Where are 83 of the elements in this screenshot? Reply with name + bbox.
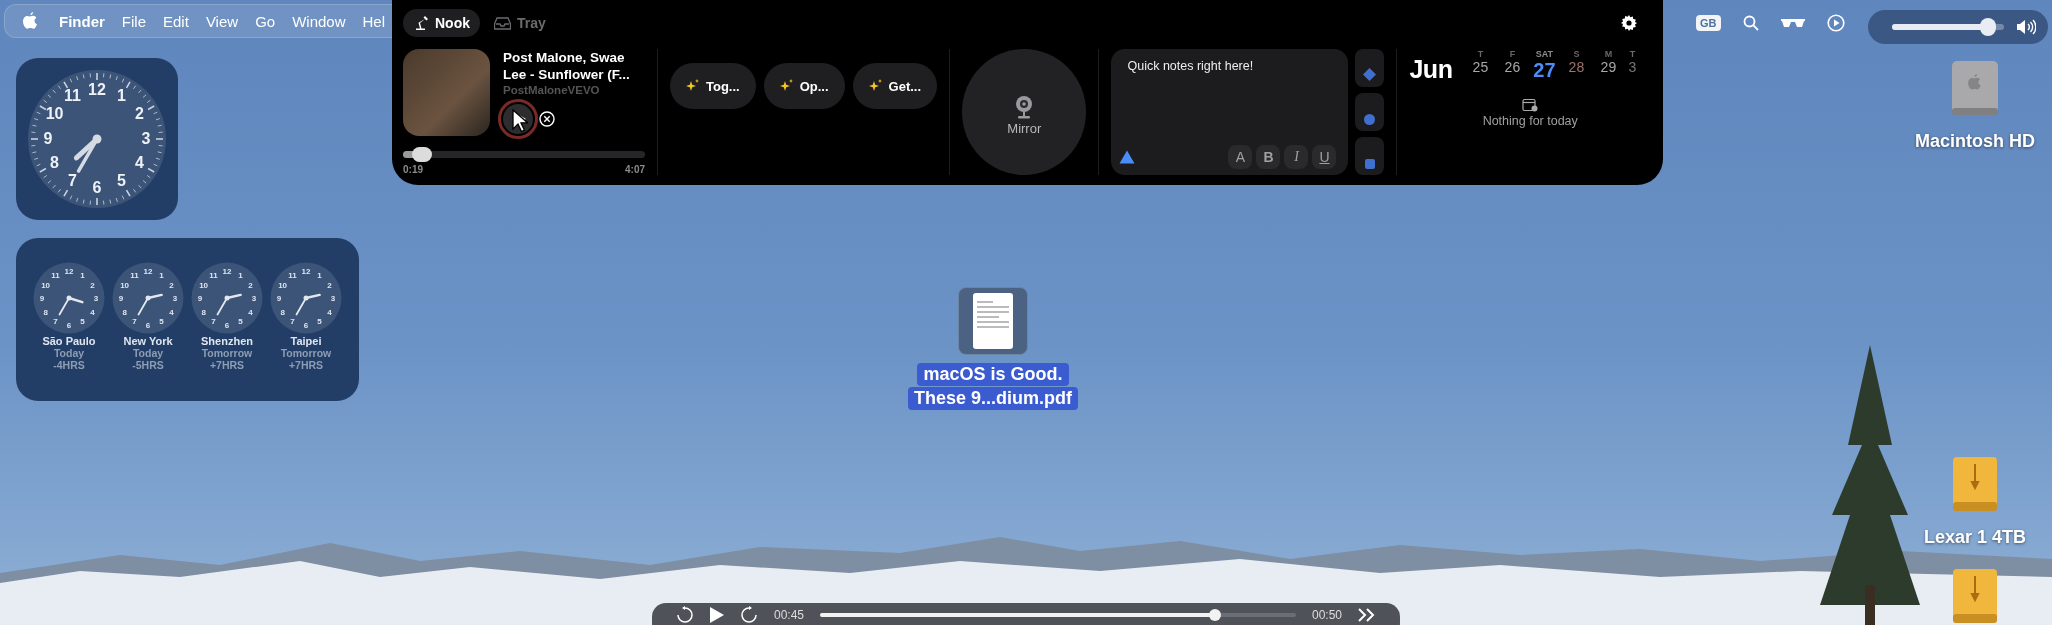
- notes-field[interactable]: Quick notes right here! A B I U: [1111, 49, 1349, 175]
- shortcut-button[interactable]: Op...: [763, 63, 845, 109]
- file-name-label: macOS is Good.: [917, 363, 1069, 386]
- menu-item[interactable]: View: [205, 12, 239, 30]
- artist-name: PostMaloneVEVO: [503, 84, 601, 96]
- close-icon[interactable]: [539, 111, 555, 127]
- note-text: Quick notes right here!: [1127, 59, 1255, 73]
- calendar-day[interactable]: M 29: [1592, 49, 1625, 82]
- tab[interactable]: Nook: [403, 9, 480, 37]
- file-name-label: These 9...dium.pdf: [908, 387, 1078, 410]
- city-name: Taipei: [290, 335, 322, 347]
- sunglasses-icon[interactable]: [1780, 18, 1805, 28]
- format-button[interactable]: B: [1256, 145, 1281, 169]
- city-day: Tomorrow: [280, 347, 332, 359]
- mirror-button[interactable]: Mirror: [962, 49, 1087, 175]
- calendar-day[interactable]: SAT 27: [1528, 49, 1561, 82]
- menu-item[interactable]: File: [121, 12, 146, 30]
- menu-item[interactable]: Go: [255, 12, 276, 30]
- city-day: Today: [132, 347, 164, 359]
- search-icon[interactable]: [1742, 15, 1759, 31]
- circle-icon: [1364, 114, 1376, 125]
- external-drive-icon[interactable]: [1952, 456, 1998, 512]
- shape-button[interactable]: [1355, 93, 1385, 131]
- skip-back-icon[interactable]: [676, 606, 694, 624]
- time-offset: +7HRS: [288, 359, 324, 371]
- webcam-icon: [1014, 95, 1035, 119]
- menu-item[interactable]: Edit: [163, 12, 189, 30]
- input-source-badge[interactable]: GB: [1696, 15, 1721, 31]
- external-drive-icon[interactable]: [1952, 568, 1998, 624]
- diamond-icon: [1363, 68, 1377, 81]
- analog-clock: 11 12 1 10 2 9 3 8 4 7 6 5: [191, 262, 263, 334]
- calendar-day[interactable]: F 26: [1496, 49, 1529, 82]
- time-offset: -4HRS: [53, 359, 85, 371]
- desk-lamp-icon: [413, 15, 429, 31]
- format-button[interactable]: U: [1312, 145, 1337, 169]
- menu-app-name[interactable]: Finder: [59, 12, 105, 30]
- analog-clock: 11 12 1 10 2 9 3 8 4 7 6 5: [112, 262, 184, 334]
- document-thumbnail[interactable]: [973, 293, 1013, 349]
- volume-slider[interactable]: [1892, 18, 2004, 36]
- time-offset: -5HRS: [132, 359, 164, 371]
- mouse-pointer-icon: [512, 109, 528, 133]
- remaining-time: 00:50: [1311, 608, 1342, 622]
- calendar-check-icon: [1522, 98, 1539, 112]
- skip-forward-icon[interactable]: [740, 606, 758, 624]
- triangle-icon[interactable]: [1119, 150, 1136, 164]
- video-scrubber[interactable]: [820, 609, 1296, 621]
- month-label: Jun: [1409, 55, 1453, 84]
- analog-clock: 11 12 1 10 2 9 3 8 4 7 6 5: [33, 262, 105, 334]
- calendar-day[interactable]: S 28: [1560, 49, 1593, 82]
- shape-button[interactable]: [1355, 137, 1385, 175]
- calendar-day[interactable]: T 25: [1464, 49, 1497, 82]
- city-day: Today: [53, 347, 85, 359]
- track-duration: 4:07: [625, 164, 645, 175]
- shortcut-button[interactable]: Get...: [852, 63, 938, 109]
- file-name-label: Macintosh HD: [1914, 130, 2036, 153]
- settings-icon[interactable]: [1621, 15, 1637, 31]
- format-button[interactable]: I: [1284, 145, 1309, 169]
- time-offset: +7HRS: [209, 359, 245, 371]
- elapsed-time: 00:45: [774, 608, 805, 622]
- format-button[interactable]: A: [1228, 145, 1253, 169]
- elapsed-time: 0:19: [403, 164, 423, 175]
- square-icon: [1364, 159, 1375, 169]
- play-circle-icon[interactable]: [1826, 14, 1845, 32]
- shape-button[interactable]: [1355, 49, 1385, 87]
- tray-icon: [494, 16, 511, 30]
- menu-item[interactable]: Window: [292, 12, 346, 30]
- play-icon[interactable]: [710, 607, 724, 623]
- empty-events-text: Nothing for today: [1482, 114, 1578, 128]
- apple-icon[interactable]: [22, 11, 38, 31]
- city-name: New York: [123, 335, 173, 347]
- tab[interactable]: Tray: [484, 9, 556, 37]
- speaker-icon[interactable]: [2016, 19, 2036, 35]
- calendar-day[interactable]: T 3: [1624, 49, 1641, 82]
- city-day: Tomorrow: [201, 347, 253, 359]
- analog-clock: 11 12 1 10 2 9 3 8 4 7 6 5: [27, 69, 167, 209]
- city-name: Shenzhen: [201, 335, 253, 347]
- analog-clock: 11 12 1 10 2 9 3 8 4 7 6 5: [270, 262, 342, 334]
- shortcut-button[interactable]: Tog...: [670, 63, 756, 109]
- fast-forward-icon[interactable]: [1358, 608, 1376, 622]
- file-name-label: Lexar 1 4TB: [1922, 526, 2028, 549]
- song-title: Post Malone, Swae Lee - Sunflower (F...: [503, 49, 631, 83]
- city-name: São Paulo: [42, 335, 96, 347]
- menu-item[interactable]: Hel: [362, 12, 385, 30]
